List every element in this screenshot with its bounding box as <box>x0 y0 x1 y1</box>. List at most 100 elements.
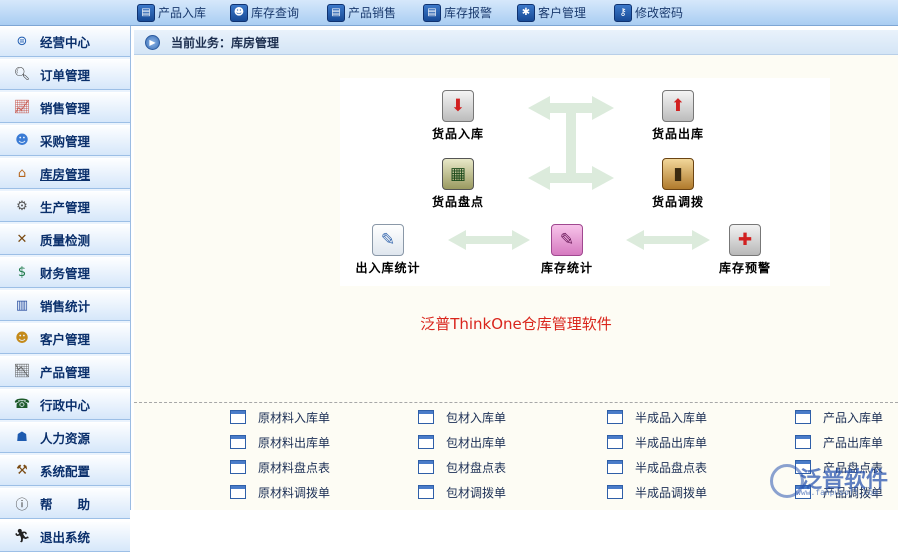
link-label: 包材盘点表 <box>446 460 507 475</box>
money-icon: $ <box>17 265 27 280</box>
link-semi-check[interactable]: 半成品盘点表 <box>607 458 707 476</box>
link-product-out[interactable]: 产品出库单 <box>795 433 883 451</box>
hammer-icon: ⚒ <box>16 463 28 478</box>
link-label: 包材入库单 <box>446 410 507 425</box>
note-pen-icon: ✎ <box>372 224 404 256</box>
sidebar-item-sales-stats[interactable]: ▥ 销售统计 <box>0 290 130 321</box>
node-label: 货品入库 <box>431 127 484 141</box>
main-content: ▶ 当前业务：库房管理 ⬇ 货品入库 ⬆ 货品出库 ▦ 货品盘点 ▮ 货品调拨 … <box>134 30 898 510</box>
toolbar-stock-alarm[interactable]: ▤ 库存报警 <box>423 3 492 22</box>
link-semi-transfer[interactable]: 半成品调拨单 <box>607 483 707 501</box>
sidebar-item-label: 帮 助 <box>40 497 91 512</box>
watermark: 泛普软件 www.fanpusoft.com <box>766 458 898 510</box>
link-raw-check[interactable]: 原材料盘点表 <box>230 458 330 476</box>
chart-line-icon: 📈︎ <box>13 100 31 115</box>
doc-sell-icon: ▤ <box>327 3 345 22</box>
sidebar-item-hr[interactable]: ☗ 人力资源 <box>0 422 130 453</box>
sidebar-item-purchase[interactable]: ☻ 采购管理 <box>0 125 130 156</box>
node-goods-check[interactable]: ▦ 货品盘点 <box>408 158 508 210</box>
link-label: 半成品入库单 <box>635 410 708 425</box>
warehouse-flow-diagram: ⬇ 货品入库 ⬆ 货品出库 ▦ 货品盘点 ▮ 货品调拨 ✎ 出入库统计 ✎ 库存… <box>340 78 830 286</box>
toolbar-customer[interactable]: ✱ 客户管理 <box>517 3 586 22</box>
link-raw-out[interactable]: 原材料出库单 <box>230 433 330 451</box>
node-in-out-stats[interactable]: ✎ 出入库统计 <box>338 224 438 276</box>
form-icon <box>418 435 434 449</box>
toolbar-product-sales[interactable]: ▤ 产品销售 <box>327 3 396 22</box>
section-divider <box>134 402 898 403</box>
node-stock-stats[interactable]: ✎ 库存统计 <box>517 224 617 276</box>
form-icon <box>230 485 246 499</box>
form-icon <box>418 485 434 499</box>
doc-in-icon: ▤ <box>137 3 155 22</box>
form-icon <box>230 460 246 474</box>
form-icon <box>607 410 623 424</box>
sidebar-item-label: 产品管理 <box>40 365 91 380</box>
customer-icon: ✱ <box>517 3 535 22</box>
sidebar-item-admin-center[interactable]: ☎ 行政中心 <box>0 389 130 420</box>
form-icon <box>418 460 434 474</box>
node-goods-in[interactable]: ⬇ 货品入库 <box>408 90 508 142</box>
sidebar-item-exit[interactable]: 🏃︎ 退出系统 <box>0 521 130 552</box>
watermark-url: www.fanpusoft.com <box>796 488 878 497</box>
sidebar-item-label: 系统配置 <box>40 464 91 479</box>
sidebar-item-label: 退出系统 <box>40 530 91 545</box>
house-icon: ⌂ <box>17 166 27 181</box>
sidebar-item-customers[interactable]: ☻ 客户管理 <box>0 323 130 354</box>
link-product-in[interactable]: 产品入库单 <box>795 408 883 426</box>
sidebar-item-label: 财务管理 <box>40 266 91 281</box>
phone-icon: ☎ <box>13 397 31 412</box>
sidebar: ⊜ 经营中心 🔍︎ 订单管理 📈︎ 销售管理 ☻ 采购管理 ⌂ 库房管理 ⚙ 生… <box>0 26 131 552</box>
toolbar-change-password[interactable]: ⚷ 修改密码 <box>614 3 683 22</box>
sidebar-item-orders[interactable]: 🔍︎ 订单管理 <box>0 59 130 90</box>
link-pack-transfer[interactable]: 包材调拨单 <box>418 483 506 501</box>
dashboard-icon: ⊜ <box>16 34 28 49</box>
bar-chart-icon: ▥ <box>15 298 29 313</box>
form-icon <box>607 435 623 449</box>
link-label: 原材料调拨单 <box>258 485 331 500</box>
link-label: 产品入库单 <box>823 410 884 425</box>
sidebar-item-products[interactable]: 📉︎ 产品管理 <box>0 356 130 387</box>
link-semi-in[interactable]: 半成品入库单 <box>607 408 707 426</box>
toolbar-label: 产品入库 <box>158 6 207 20</box>
tools-icon: ✕ <box>16 232 28 247</box>
users-icon: ☻ <box>230 3 248 22</box>
link-label: 原材料入库单 <box>258 410 331 425</box>
link-raw-in[interactable]: 原材料入库单 <box>230 408 330 426</box>
link-label: 原材料出库单 <box>258 435 331 450</box>
sidebar-item-label: 生产管理 <box>40 200 91 215</box>
link-label: 包材出库单 <box>446 435 507 450</box>
toolbar-label: 产品销售 <box>348 6 397 20</box>
sidebar-item-warehouse[interactable]: ⌂ 库房管理 <box>0 158 130 189</box>
node-label: 货品调拨 <box>651 195 704 209</box>
sidebar-item-finance[interactable]: $ 财务管理 <box>0 257 130 288</box>
link-label: 产品出库单 <box>823 435 884 450</box>
sidebar-item-sales[interactable]: 📈︎ 销售管理 <box>0 92 130 123</box>
link-pack-out[interactable]: 包材出库单 <box>418 433 506 451</box>
sidebar-item-help[interactable]: ⓘ 帮 助 <box>0 488 130 519</box>
sidebar-item-business-center[interactable]: ⊜ 经营中心 <box>0 26 130 57</box>
sidebar-item-label: 销售统计 <box>40 299 91 314</box>
node-goods-transfer[interactable]: ▮ 货品调拨 <box>628 158 728 210</box>
node-goods-out[interactable]: ⬆ 货品出库 <box>628 90 728 142</box>
first-aid-icon: ✚ <box>729 224 761 256</box>
breadcrumb: ▶ 当前业务：库房管理 <box>134 30 898 55</box>
calculator-icon: ▦ <box>442 158 474 190</box>
link-raw-transfer[interactable]: 原材料调拨单 <box>230 483 330 501</box>
toolbar-label: 库存报警 <box>444 6 493 20</box>
doc-alarm-icon: ▤ <box>423 3 441 22</box>
sidebar-item-quality[interactable]: ✕ 质量检测 <box>0 224 130 255</box>
toolbar-product-in[interactable]: ▤ 产品入库 <box>137 3 206 22</box>
people-icon: ☻ <box>15 133 29 148</box>
link-pack-check[interactable]: 包材盘点表 <box>418 458 506 476</box>
link-semi-out[interactable]: 半成品出库单 <box>607 433 707 451</box>
form-icon <box>230 410 246 424</box>
node-stock-alert[interactable]: ✚ 库存预警 <box>695 224 795 276</box>
link-pack-in[interactable]: 包材入库单 <box>418 408 506 426</box>
sidebar-item-settings[interactable]: ⚒ 系统配置 <box>0 455 130 486</box>
form-icon <box>795 410 811 424</box>
form-icon <box>795 435 811 449</box>
sidebar-item-production[interactable]: ⚙ 生产管理 <box>0 191 130 222</box>
trend-icon: 📉︎ <box>13 364 31 379</box>
toolbar-stock-query[interactable]: ☻ 库存查询 <box>230 3 299 22</box>
toolbar-label: 客户管理 <box>538 6 587 20</box>
